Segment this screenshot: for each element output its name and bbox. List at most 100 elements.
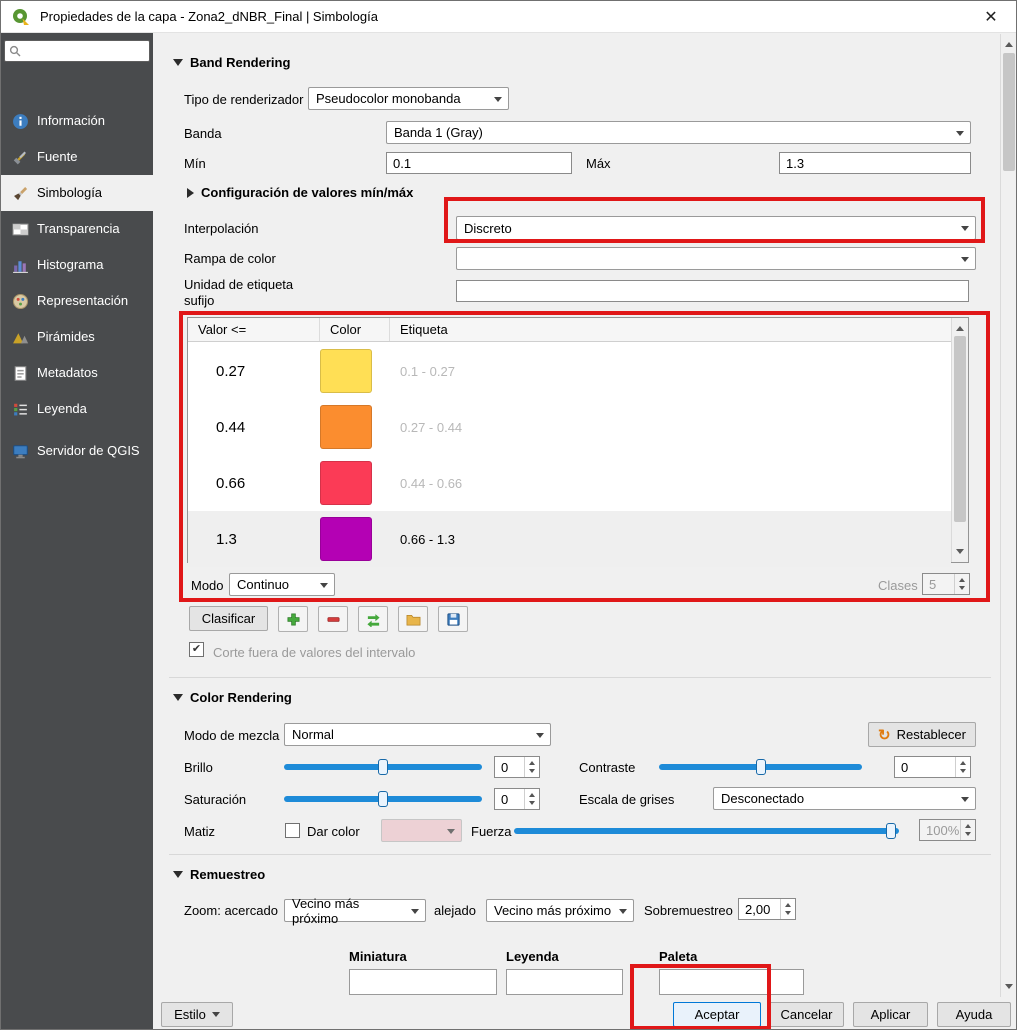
table-row[interactable]: 0.27 0.1 - 0.27 <box>188 343 951 399</box>
save-style-button[interactable] <box>438 606 468 632</box>
clip-checkbox[interactable] <box>189 642 204 657</box>
help-button[interactable]: Ayuda <box>937 1002 1011 1027</box>
row-label[interactable]: 0.1 - 0.27 <box>390 364 951 379</box>
classes-spinner[interactable]: 5 <box>922 573 970 595</box>
scrollbar-thumb[interactable] <box>954 336 966 522</box>
brightness-spinner[interactable]: 0 <box>494 756 540 778</box>
scroll-up-icon[interactable] <box>1001 34 1017 51</box>
histogram-icon <box>10 255 30 275</box>
sidebar-search[interactable] <box>4 40 150 62</box>
color-swatch[interactable] <box>320 405 372 449</box>
close-icon[interactable]: ✕ <box>976 4 1006 30</box>
slider-handle[interactable] <box>886 823 896 839</box>
sidebar-item-histograma[interactable]: Histograma <box>1 247 153 283</box>
interpolation-dropdown[interactable]: Discreto <box>456 216 976 240</box>
max-input[interactable] <box>780 156 970 171</box>
label-unit-input[interactable] <box>457 284 968 299</box>
add-entry-button[interactable] <box>278 606 308 632</box>
sidebar-item-piramides[interactable]: Pirámides <box>1 319 153 355</box>
palette-icon <box>10 291 30 311</box>
folder-icon <box>406 612 421 627</box>
spinner-buttons[interactable] <box>524 757 539 777</box>
sidebar-item-transparencia[interactable]: Transparencia <box>1 211 153 247</box>
color-rendering-header[interactable]: Color Rendering <box>173 690 292 705</box>
column-header-value[interactable]: Valor <= <box>188 318 320 341</box>
color-ramp-label: Rampa de color <box>184 247 276 269</box>
sidebar-item-servidor-qgis[interactable]: Servidor de QGIS <box>1 427 153 475</box>
table-row[interactable]: 1.3 0.66 - 1.3 <box>188 511 951 567</box>
scroll-down-icon[interactable] <box>952 545 968 562</box>
cancel-button[interactable]: Cancelar <box>769 1002 844 1027</box>
table-row[interactable]: 0.66 0.44 - 0.66 <box>188 455 951 511</box>
zoom-out-dropdown[interactable]: Vecino más próximo <box>486 899 634 922</box>
colorize-checkbox[interactable] <box>285 823 300 838</box>
sidebar-item-fuente[interactable]: Fuente <box>1 139 153 175</box>
sidebar-item-label: Metadatos <box>37 366 98 381</box>
column-header-label[interactable]: Etiqueta <box>390 318 951 341</box>
classify-button[interactable]: Clasificar <box>189 606 268 631</box>
spinner-buttons[interactable] <box>960 820 975 840</box>
grayscale-dropdown[interactable]: Desconectado <box>713 787 976 810</box>
row-label[interactable]: 0.27 - 0.44 <box>390 420 951 435</box>
row-label[interactable]: 0.66 - 1.3 <box>390 532 951 547</box>
row-label[interactable]: 0.44 - 0.66 <box>390 476 951 491</box>
oversampling-spinner[interactable]: 2,00 <box>738 898 796 920</box>
sidebar-item-leyenda[interactable]: Leyenda <box>1 391 153 427</box>
color-swatch[interactable] <box>320 461 372 505</box>
interpolation-value: Discreto <box>464 221 512 236</box>
row-value[interactable]: 0.27 <box>188 363 320 380</box>
slider-handle[interactable] <box>756 759 766 775</box>
remove-entry-button[interactable] <box>318 606 348 632</box>
color-ramp-dropdown[interactable] <box>456 247 976 270</box>
colorize-color-dropdown[interactable] <box>381 819 462 842</box>
mode-dropdown[interactable]: Continuo <box>229 573 335 596</box>
scroll-up-icon[interactable] <box>952 318 968 335</box>
accept-button[interactable]: Aceptar <box>673 1002 761 1027</box>
strength-slider[interactable] <box>514 820 899 842</box>
row-value[interactable]: 0.66 <box>188 475 320 492</box>
search-input[interactable] <box>25 44 145 58</box>
zoom-in-value: Vecino más próximo <box>292 896 406 926</box>
table-row[interactable]: 0.44 0.27 - 0.44 <box>188 399 951 455</box>
color-swatch[interactable] <box>320 517 372 561</box>
main-scrollbar[interactable] <box>1000 34 1017 997</box>
saturation-slider[interactable] <box>284 788 482 810</box>
brightness-slider[interactable] <box>284 756 482 778</box>
contrast-spinner[interactable]: 0 <box>894 756 971 778</box>
slider-handle[interactable] <box>378 759 388 775</box>
row-value[interactable]: 0.44 <box>188 419 320 436</box>
min-input[interactable] <box>387 156 571 171</box>
blend-mode-dropdown[interactable]: Normal <box>284 723 551 746</box>
contrast-slider[interactable] <box>659 756 862 778</box>
load-style-button[interactable] <box>398 606 428 632</box>
spinner-buttons[interactable] <box>524 789 539 809</box>
sidebar-item-informacion[interactable]: Información <box>1 103 153 139</box>
spinner-buttons[interactable] <box>955 757 970 777</box>
band-dropdown[interactable]: Banda 1 (Gray) <box>386 121 971 144</box>
zoom-in-dropdown[interactable]: Vecino más próximo <box>284 899 426 922</box>
spinner-buttons[interactable] <box>954 574 969 594</box>
row-value[interactable]: 1.3 <box>188 531 320 548</box>
layer-properties-dialog: Propiedades de la capa - Zona2_dNBR_Fina… <box>0 0 1017 1030</box>
slider-handle[interactable] <box>378 791 388 807</box>
color-swatch[interactable] <box>320 349 372 393</box>
band-rendering-header[interactable]: Band Rendering <box>173 55 290 70</box>
scrollbar-thumb[interactable] <box>1003 53 1015 171</box>
spinner-buttons[interactable] <box>780 899 795 919</box>
saturation-spinner[interactable]: 0 <box>494 788 540 810</box>
style-menu-button[interactable]: Estilo <box>161 1002 233 1027</box>
apply-button[interactable]: Aplicar <box>853 1002 928 1027</box>
swap-entries-button[interactable] <box>358 606 388 632</box>
resampling-header[interactable]: Remuestreo <box>173 867 265 882</box>
reset-button[interactable]: ↻ Restablecer <box>868 722 976 747</box>
sidebar-item-simbologia[interactable]: Simbología <box>1 175 153 211</box>
sidebar-item-metadatos[interactable]: Metadatos <box>1 355 153 391</box>
table-scrollbar[interactable] <box>951 318 968 562</box>
sidebar-item-representacion[interactable]: Representación <box>1 283 153 319</box>
strength-spinner[interactable]: 100% <box>919 819 976 841</box>
minmax-settings-header[interactable]: Configuración de valores mín/máx <box>187 185 413 200</box>
column-header-color[interactable]: Color <box>320 318 390 341</box>
scroll-down-icon[interactable] <box>1001 980 1017 997</box>
renderer-dropdown[interactable]: Pseudocolor monobanda <box>308 87 509 110</box>
sidebar-item-label: Información <box>37 114 105 129</box>
